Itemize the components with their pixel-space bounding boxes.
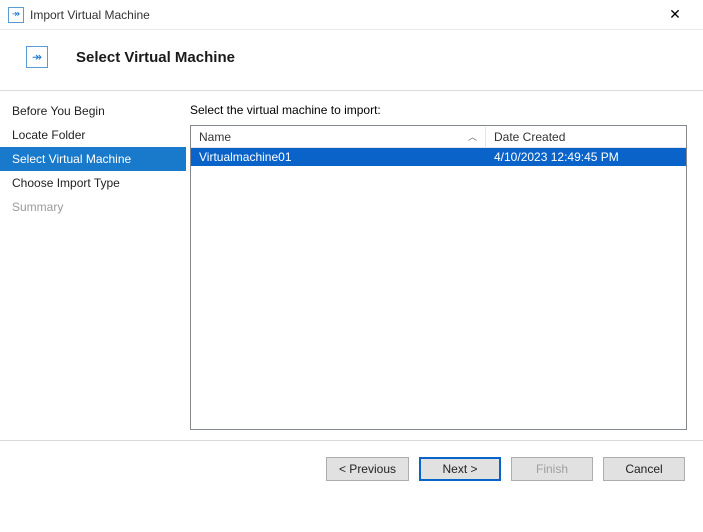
column-header-date[interactable]: Date Created xyxy=(486,127,686,147)
footer: < Previous Next > Finish Cancel xyxy=(0,440,703,496)
column-header-date-label: Date Created xyxy=(494,130,565,144)
step-icon: ↠ xyxy=(26,46,48,68)
window-title: Import Virtual Machine xyxy=(30,8,655,22)
sidebar: Before You Begin Locate Folder Select Vi… xyxy=(0,91,186,440)
sidebar-item-before-you-begin[interactable]: Before You Begin xyxy=(0,99,186,123)
column-header-name-label: Name xyxy=(199,130,231,144)
cancel-button[interactable]: Cancel xyxy=(603,457,685,481)
page-header: ↠ Select Virtual Machine xyxy=(0,30,703,90)
previous-button[interactable]: < Previous xyxy=(326,457,409,481)
vm-list: Name ︿ Date Created Virtualmachine01 4/1… xyxy=(190,125,687,430)
cell-name: Virtualmachine01 xyxy=(191,149,486,165)
sidebar-item-locate-folder[interactable]: Locate Folder xyxy=(0,123,186,147)
body: Before You Begin Locate Folder Select Vi… xyxy=(0,90,703,440)
finish-button: Finish xyxy=(511,457,593,481)
instruction-text: Select the virtual machine to import: xyxy=(190,103,687,117)
app-icon: ↠ xyxy=(8,7,24,23)
main-panel: Select the virtual machine to import: Na… xyxy=(186,91,703,440)
list-rows: Virtualmachine01 4/10/2023 12:49:45 PM xyxy=(191,148,686,429)
next-button[interactable]: Next > xyxy=(419,457,501,481)
list-item[interactable]: Virtualmachine01 4/10/2023 12:49:45 PM xyxy=(191,148,686,166)
column-header-name[interactable]: Name ︿ xyxy=(191,127,486,147)
sidebar-item-select-virtual-machine[interactable]: Select Virtual Machine xyxy=(0,147,186,171)
cell-date: 4/10/2023 12:49:45 PM xyxy=(486,149,686,165)
sidebar-item-choose-import-type[interactable]: Choose Import Type xyxy=(0,171,186,195)
page-title: Select Virtual Machine xyxy=(76,49,235,66)
sort-indicator-icon: ︿ xyxy=(468,129,477,142)
list-header: Name ︿ Date Created xyxy=(191,126,686,148)
sidebar-item-summary: Summary xyxy=(0,195,186,219)
close-icon[interactable]: ✕ xyxy=(655,3,695,27)
titlebar: ↠ Import Virtual Machine ✕ xyxy=(0,0,703,30)
